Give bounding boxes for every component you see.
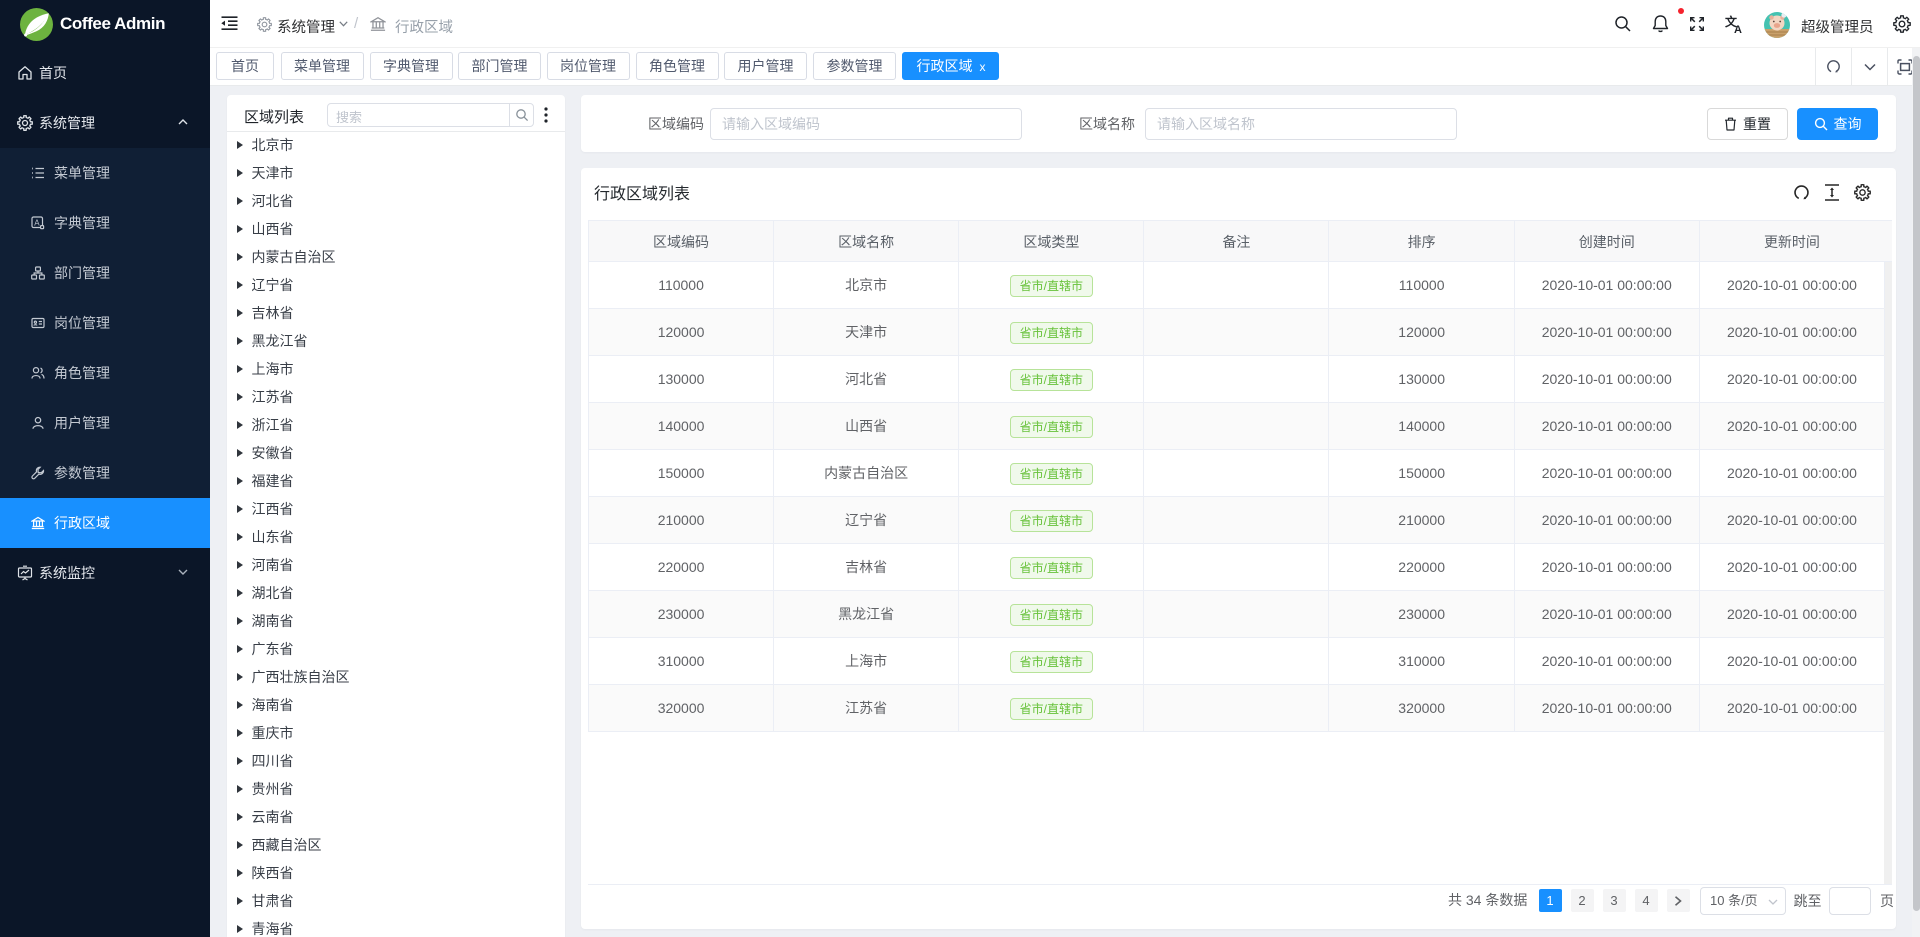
svg-text:A: A	[1734, 24, 1742, 34]
svg-text:A: A	[34, 219, 40, 228]
